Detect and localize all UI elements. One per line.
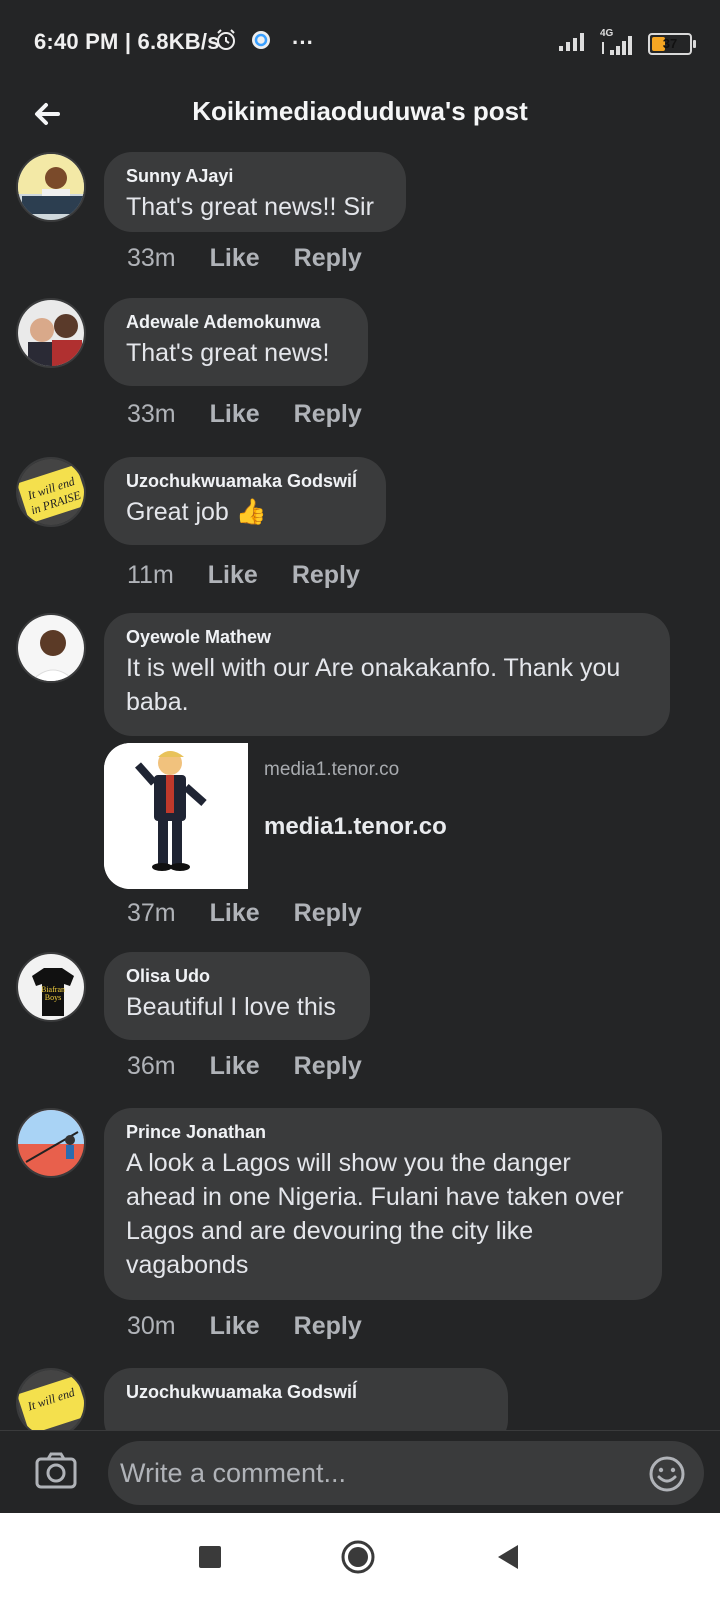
comment-bubble[interactable]: Oyewole Mathew It is well with our Are o… (104, 613, 670, 736)
comment-timestamp[interactable]: 36m (127, 1052, 176, 1081)
more-notifications-icon: ··· (292, 29, 314, 55)
comment-actions: 33m Like Reply (127, 244, 362, 273)
comment-bubble[interactable]: Prince Jonathan A look a Lagos will show… (104, 1108, 662, 1300)
avatar[interactable] (16, 152, 86, 222)
comment-text: That's great news! (126, 339, 330, 367)
comment-timestamp[interactable]: 33m (127, 244, 176, 273)
reply-button[interactable]: Reply (292, 561, 360, 590)
like-button[interactable]: Like (210, 1312, 260, 1341)
avatar[interactable]: Biafran Boys (16, 952, 86, 1022)
home-icon[interactable] (340, 1539, 376, 1575)
comment-author[interactable]: Sunny AJayi (126, 164, 384, 188)
svg-text:Boys: Boys (45, 993, 61, 1002)
comment-timestamp[interactable]: 11m (127, 561, 174, 590)
like-button[interactable]: Like (208, 561, 258, 590)
reply-button[interactable]: Reply (294, 400, 362, 429)
comment-input[interactable] (108, 1441, 704, 1505)
comment-text: That's great news!! Sir (126, 193, 374, 221)
reply-button[interactable]: Reply (294, 244, 362, 273)
link-preview[interactable]: media1.tenor.co media1.tenor.co (104, 743, 504, 889)
comment-author[interactable]: Uzochukwuamaka Godswiĺ (126, 1380, 486, 1404)
comment-text: Great job 👍 (126, 498, 267, 526)
alarm-icon (214, 28, 238, 57)
battery-icon: 37 (648, 32, 696, 55)
comment-author[interactable]: Prince Jonathan (126, 1120, 640, 1144)
comment-timestamp[interactable]: 33m (127, 400, 176, 429)
status-time: 6:40 PM | 6.8KB/s (34, 29, 220, 54)
comment-author[interactable]: Uzochukwuamaka Godswiĺ (126, 469, 364, 493)
comment-bubble[interactable]: Olisa Udo Beautiful I love this (104, 952, 370, 1040)
comment-composer (0, 1430, 720, 1513)
system-nav-bar (0, 1513, 720, 1600)
app-notification-icon (250, 29, 272, 56)
link-domain: media1.tenor.co (264, 759, 400, 780)
avatar[interactable]: It will end in PRAISE (16, 457, 86, 527)
back-nav-icon[interactable] (490, 1539, 526, 1575)
comment-author[interactable]: Olisa Udo (126, 964, 348, 988)
comment-text: It is well with our Are onakakanfo. Than… (126, 654, 621, 716)
reply-button[interactable]: Reply (294, 1052, 362, 1081)
emoji-icon[interactable] (648, 1455, 686, 1493)
avatar[interactable]: It will end (16, 1368, 86, 1430)
signal-icon (558, 30, 588, 57)
comment-bubble[interactable]: Sunny AJayi That's great news!! Sir (104, 152, 406, 232)
comment-bubble[interactable]: Uzochukwuamaka Godswiĺ Great job 👍 (104, 457, 386, 545)
avatar[interactable] (16, 1108, 86, 1178)
recent-apps-icon[interactable] (192, 1539, 228, 1575)
camera-icon[interactable] (34, 1451, 78, 1491)
like-button[interactable]: Like (210, 244, 260, 273)
comment-text: A look a Lagos will show you the danger … (126, 1149, 624, 1279)
avatar[interactable] (16, 613, 86, 683)
post-header: Koikimediaoduduwa's post (0, 84, 720, 152)
comment-timestamp[interactable]: 30m (127, 1312, 176, 1341)
comment-actions: 30m Like Reply (127, 1312, 362, 1341)
reply-button[interactable]: Reply (294, 899, 362, 928)
comment-actions: 36m Like Reply (127, 1052, 362, 1081)
battery-level: 37 (662, 36, 678, 51)
comments-list[interactable]: Sunny AJayi That's great news!! Sir 33m … (0, 152, 720, 1430)
comment-bubble[interactable]: Uzochukwuamaka Godswiĺ (104, 1368, 508, 1430)
comment-author[interactable]: Oyewole Mathew (126, 625, 648, 649)
status-bar: 6:40 PM | 6.8KB/s ··· 4G 37 (0, 0, 720, 84)
avatar[interactable] (16, 298, 86, 368)
comment-bubble[interactable]: Adewale Ademokunwa That's great news! (104, 298, 368, 386)
comment-actions: 33m Like Reply (127, 400, 362, 429)
like-button[interactable]: Like (210, 899, 260, 928)
comment-actions: 11m Like Reply (127, 561, 360, 590)
comment-actions: 37m Like Reply (127, 899, 362, 928)
comment-timestamp[interactable]: 37m (127, 899, 176, 928)
comment-author[interactable]: Adewale Ademokunwa (126, 310, 346, 334)
reply-button[interactable]: Reply (294, 1312, 362, 1341)
link-title[interactable]: media1.tenor.co (264, 813, 447, 841)
comment-text: Beautiful I love this (126, 993, 336, 1021)
like-button[interactable]: Like (210, 1052, 260, 1081)
page-title: Koikimediaoduduwa's post (192, 96, 528, 126)
network-signal-icon: 4G (600, 28, 636, 56)
like-button[interactable]: Like (210, 400, 260, 429)
link-thumbnail[interactable] (104, 743, 248, 889)
